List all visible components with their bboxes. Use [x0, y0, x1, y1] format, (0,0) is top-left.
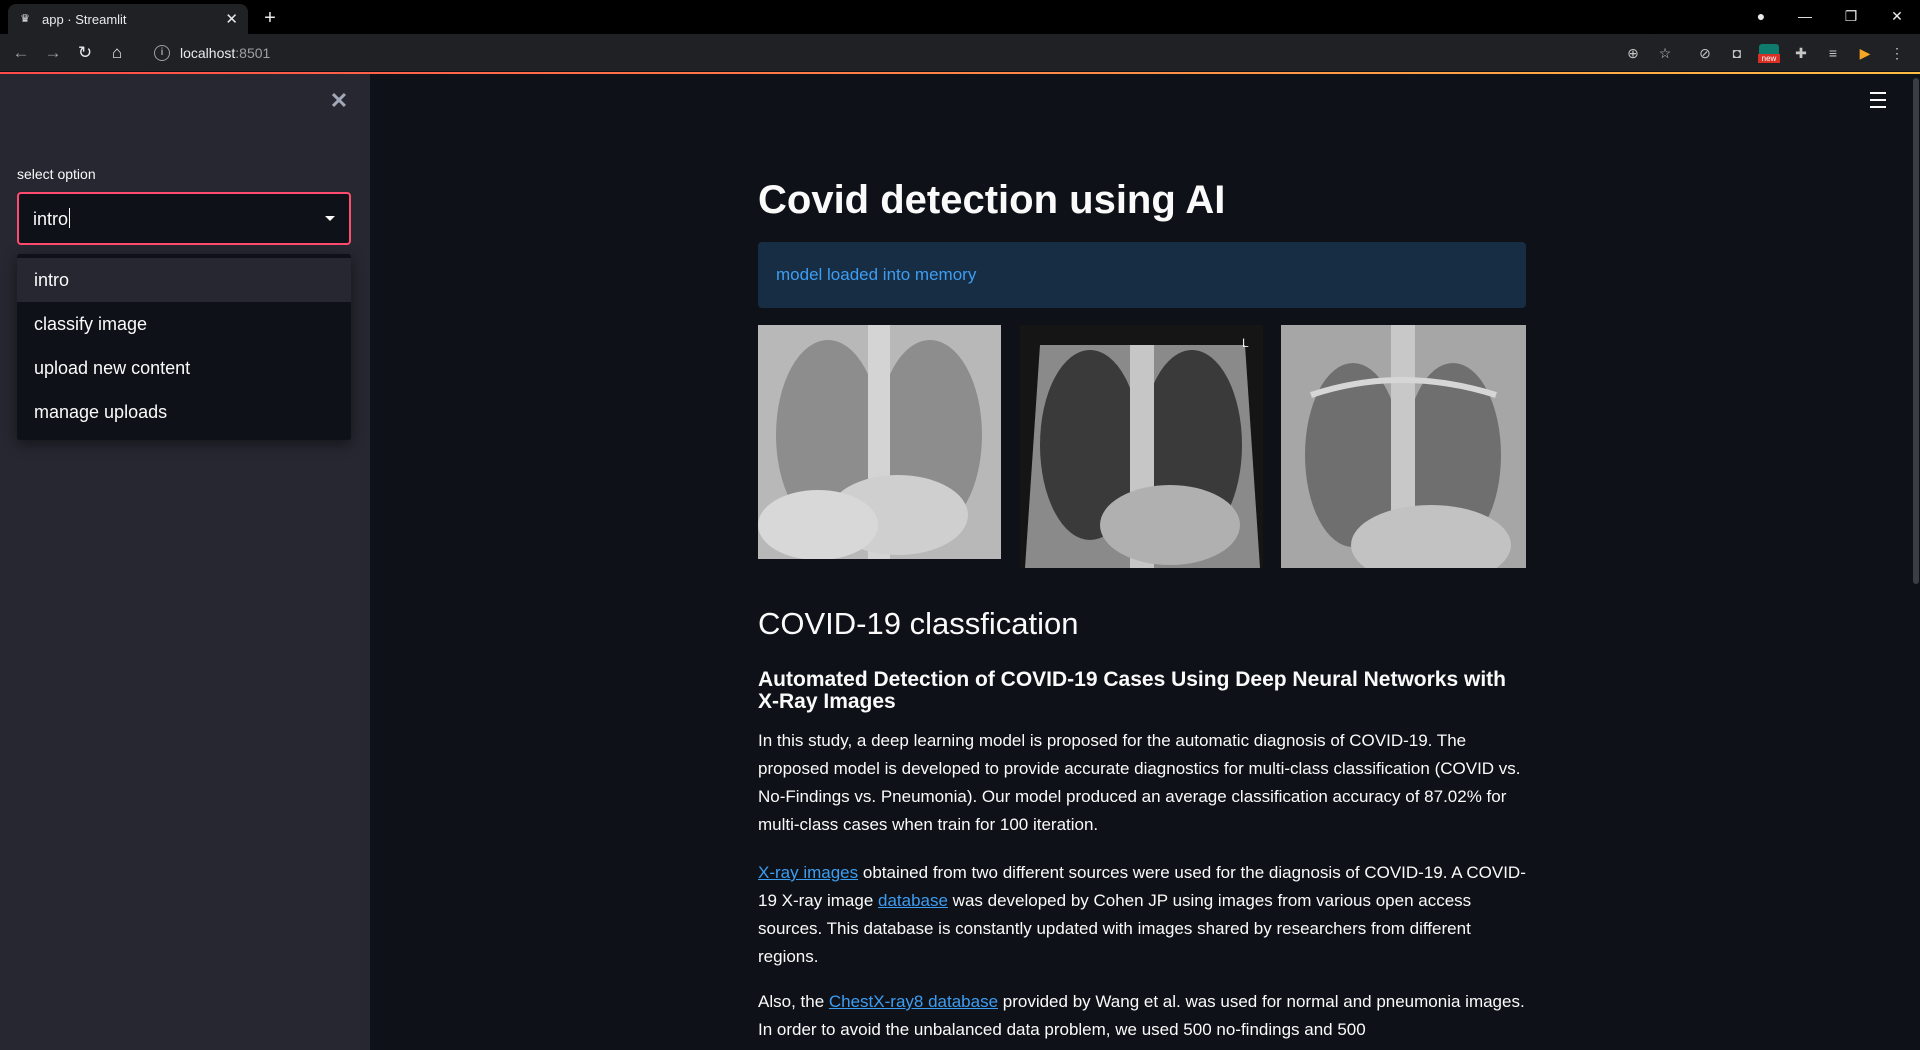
- profile-avatar-icon[interactable]: ▶: [1854, 42, 1876, 64]
- option-intro[interactable]: intro: [17, 258, 351, 302]
- bookmark-star-icon[interactable]: ☆: [1654, 42, 1676, 64]
- browser-menu-icon[interactable]: ⋮: [1886, 42, 1908, 64]
- main-content-area: Covid detection using AI model loaded in…: [370, 74, 1920, 1050]
- back-arrow-icon[interactable]: ←: [9, 41, 33, 65]
- browser-tab[interactable]: ♛ app · Streamlit ✕: [8, 4, 248, 34]
- scrollbar-thumb[interactable]: [1913, 78, 1919, 584]
- sidebar: ✕ select option intro intro classify ima…: [0, 74, 370, 1050]
- new-extension-icon[interactable]: new: [1758, 42, 1780, 64]
- xray-image-3: [1281, 325, 1526, 568]
- close-sidebar-icon[interactable]: ✕: [326, 88, 352, 114]
- url-port: :8501: [235, 45, 271, 61]
- chestxray8-database-link[interactable]: ChestX-ray8 database: [829, 992, 998, 1011]
- option-classify-image[interactable]: classify image: [17, 302, 351, 346]
- minimize-button[interactable]: —: [1782, 0, 1828, 34]
- home-icon[interactable]: ⌂: [105, 41, 129, 65]
- extensions-puzzle-icon[interactable]: ✚: [1790, 42, 1812, 64]
- text-cursor: [69, 207, 71, 228]
- option-manage-uploads[interactable]: manage uploads: [17, 390, 351, 434]
- option-select[interactable]: intro: [17, 192, 351, 245]
- reload-icon[interactable]: ↻: [73, 41, 97, 65]
- database-link[interactable]: database: [878, 891, 948, 910]
- paragraph-sources: X-ray images obtained from two different…: [758, 859, 1526, 971]
- info-alert: model loaded into memory: [758, 242, 1526, 308]
- select-value-text: intro: [33, 208, 69, 229]
- profile-download-icon[interactable]: ●: [1738, 0, 1784, 34]
- chevron-down-icon[interactable]: [325, 216, 335, 221]
- zoom-icon[interactable]: ⊕: [1622, 42, 1644, 64]
- streamlit-favicon-icon: ♛: [20, 13, 30, 25]
- browser-toolbar: ← → ↻ ⌂ i localhost:8501 ⊕ ☆ ⊘ ◘ new ✚ ≡…: [0, 34, 1920, 72]
- url-host: localhost: [180, 45, 236, 61]
- tab-title: app · Streamlit: [42, 11, 127, 27]
- xray-image-2: L: [1020, 325, 1263, 568]
- close-tab-icon[interactable]: ✕: [225, 10, 238, 28]
- new-tab-button[interactable]: +: [258, 6, 282, 30]
- svg-text:L: L: [1242, 336, 1249, 350]
- extension-block-icon[interactable]: ⊘: [1694, 42, 1716, 64]
- xray-images-link[interactable]: X-ray images: [758, 863, 858, 882]
- paragraph-chestxray-text-1: Also, the: [758, 992, 829, 1011]
- address-bar[interactable]: i localhost:8501: [142, 39, 1664, 67]
- browser-tab-bar: ♛ app · Streamlit ✕ + ● — ❐ ✕: [0, 0, 1920, 34]
- xray-image-1: [758, 325, 1001, 559]
- site-info-icon[interactable]: i: [154, 45, 170, 61]
- option-upload-new-content[interactable]: upload new content: [17, 346, 351, 390]
- paragraph-chestxray: Also, the ChestX-ray8 database provided …: [758, 988, 1526, 1044]
- hamburger-menu-icon[interactable]: [1866, 92, 1890, 112]
- paragraph-study: In this study, a deep learning model is …: [758, 731, 1521, 834]
- paper-title: Automated Detection of COVID-19 Cases Us…: [758, 668, 1506, 713]
- media-control-icon[interactable]: ≡: [1822, 42, 1844, 64]
- new-badge: new: [1758, 54, 1780, 63]
- close-window-button[interactable]: ✕: [1874, 0, 1920, 34]
- page-title: Covid detection using AI: [758, 178, 1226, 222]
- select-dropdown-menu: intro classify image upload new content …: [17, 254, 351, 440]
- restore-button[interactable]: ❐: [1828, 0, 1874, 34]
- camera-extension-icon[interactable]: ◘: [1726, 42, 1748, 64]
- forward-arrow-icon[interactable]: →: [41, 41, 65, 65]
- section-heading: COVID-19 classfication: [758, 606, 1079, 641]
- select-input[interactable]: intro: [33, 207, 325, 230]
- select-label: select option: [17, 166, 96, 182]
